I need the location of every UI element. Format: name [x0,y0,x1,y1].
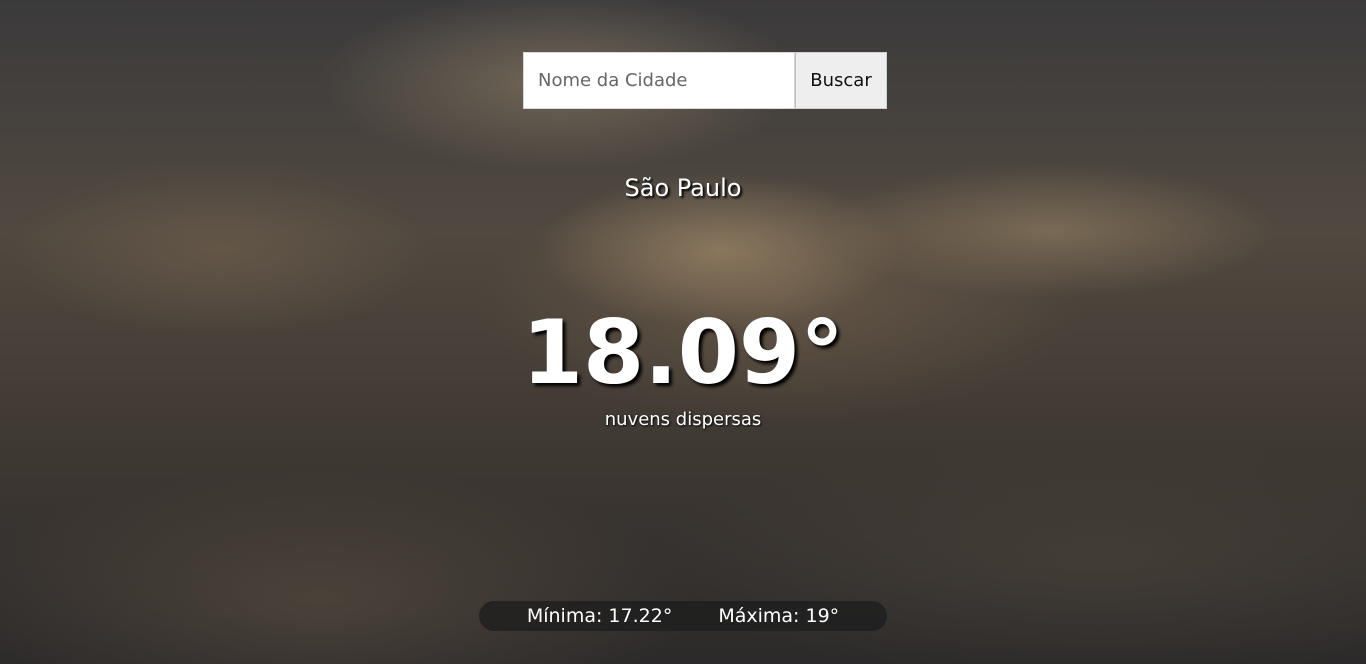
min-max-temperature-bar: Mínima: 17.22° Máxima: 19° [479,601,887,631]
max-temperature: Máxima: 19° [718,605,840,627]
city-search-input[interactable] [523,52,795,109]
city-search-bar: Buscar [523,52,887,109]
search-button[interactable]: Buscar [795,52,887,109]
min-temperature: Mínima: 17.22° [526,605,673,627]
weather-description: nuvens dispersas [604,409,762,430]
current-temperature: 18.09° [521,301,845,404]
weather-page: Buscar São Paulo 18.09° nuvens dispersas… [0,0,1366,664]
city-name: São Paulo [624,174,742,202]
